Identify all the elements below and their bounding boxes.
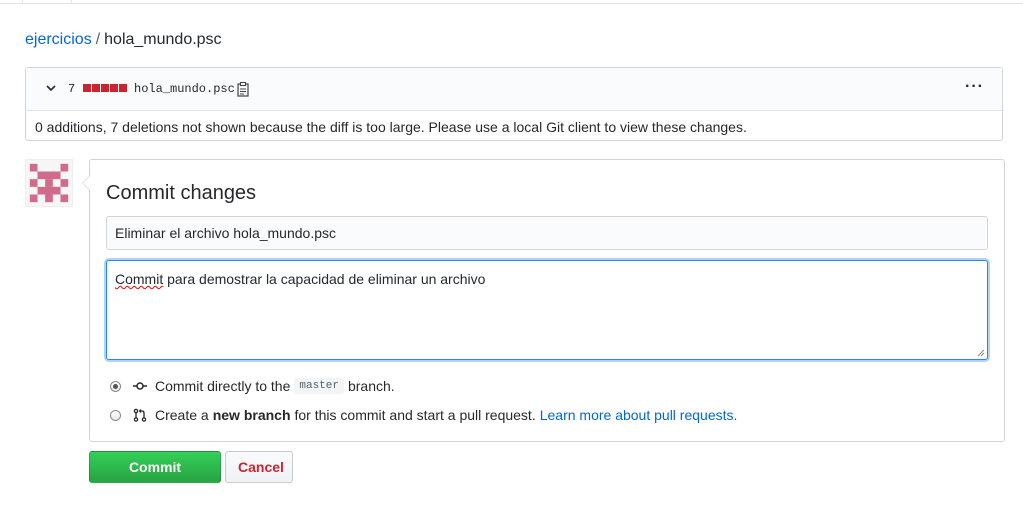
branch-name-badge: master: [294, 378, 344, 394]
diffstat-bar: [83, 84, 127, 92]
active-tab-edge: [22, 0, 72, 3]
file-header: 7 hola_mundo.psc ···: [26, 68, 1002, 111]
option-direct-prefix: Commit directly to the: [155, 378, 291, 394]
breadcrumb-repo-link[interactable]: ejercicios: [25, 31, 92, 48]
option-new-branch[interactable]: Create a new branch for this commit and …: [110, 407, 737, 423]
top-tab-strip: [0, 0, 1023, 4]
more-options-icon[interactable]: ···: [965, 79, 984, 95]
git-commit-icon: [133, 382, 147, 390]
commit-summary-input[interactable]: Eliminar el archivo hola_mundo.psc: [106, 216, 988, 250]
option-commit-direct[interactable]: Commit directly to the master branch.: [110, 378, 395, 394]
file-diff-box: 7 hola_mundo.psc ··· 0 additions, 7 dele…: [25, 67, 1003, 141]
breadcrumb: ejercicios / hola_mundo.psc: [25, 30, 222, 50]
pull-request-icon: [133, 408, 147, 422]
avatar: [25, 159, 73, 207]
commit-description-textarea[interactable]: Commit para demostrar la capacidad de el…: [106, 260, 988, 360]
radio-commit-direct[interactable]: [110, 380, 121, 392]
diff-too-large-message: 0 additions, 7 deletions not shown becau…: [35, 119, 747, 135]
commit-form: Commit changes Eliminar el archivo hola_…: [82, 159, 1005, 442]
option-new-bold: new branch: [212, 407, 291, 423]
clipboard-icon[interactable]: [236, 81, 250, 97]
description-text: para demostrar la capacidad de eliminar …: [163, 271, 486, 287]
deletion-count: 7: [68, 82, 76, 96]
breadcrumb-file: hola_mundo.psc: [104, 31, 222, 48]
commit-form-title: Commit changes: [106, 182, 257, 204]
option-new-suffix: for this commit and start a pull request…: [294, 407, 536, 423]
cancel-button[interactable]: Cancel: [225, 451, 293, 483]
commit-changes-button[interactable]: Commit changes: [89, 451, 221, 505]
radio-new-branch[interactable]: [110, 409, 121, 421]
file-name: hola_mundo.psc: [134, 82, 235, 96]
option-direct-suffix: branch.: [347, 378, 395, 394]
misspelled-word: Commit: [115, 271, 164, 287]
resize-handle-icon[interactable]: [977, 349, 985, 357]
chevron-down-icon[interactable]: [46, 83, 56, 93]
breadcrumb-separator: /: [95, 31, 101, 48]
learn-more-pull-requests-link[interactable]: Learn more about pull requests.: [540, 407, 738, 423]
option-new-prefix: Create a: [155, 407, 209, 423]
